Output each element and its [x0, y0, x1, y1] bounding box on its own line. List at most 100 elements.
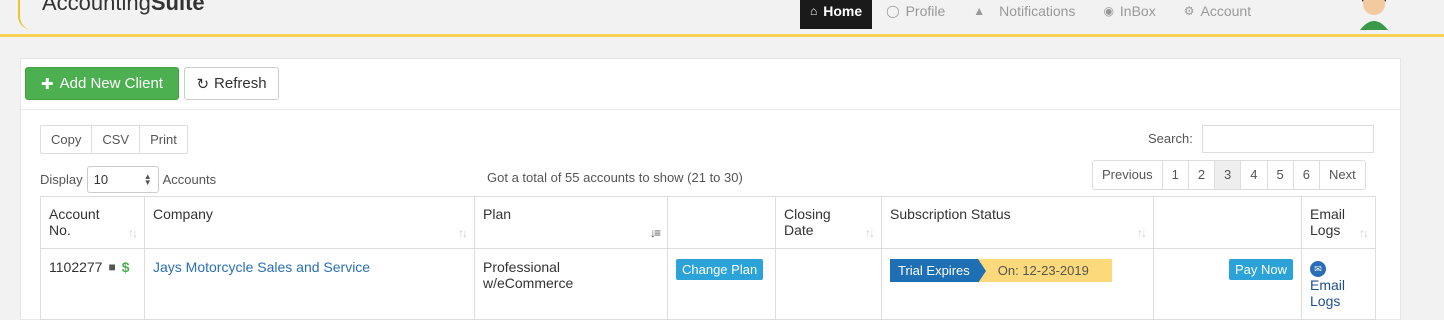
- cell-pay-now: Pay Now: [1153, 248, 1302, 320]
- cell-subscription-status: Trial Expires On: 12-23-2019: [881, 248, 1154, 320]
- col-payment: [1153, 196, 1302, 249]
- pager-page-3[interactable]: 3: [1215, 161, 1242, 189]
- col-email-logs[interactable]: Email Logs ↑↓: [1301, 196, 1376, 249]
- gear-icon: ⚙: [1183, 3, 1195, 18]
- copy-button[interactable]: Copy: [41, 126, 93, 153]
- display-suffix: Accounts: [162, 172, 217, 187]
- bell-icon: ▲: [973, 3, 986, 18]
- select-arrows-icon: ▲ ▼: [143, 171, 152, 187]
- accounts-table: Account No. ↑↓ Company ↑↓ Plan ↓≡ Closin…: [40, 196, 1376, 320]
- col-closing-label-2: Date: [784, 222, 814, 238]
- add-user-icon: ✚: [41, 75, 54, 93]
- clients-panel: ✚ Add New Client ↻ Refresh Copy CSV Prin…: [20, 58, 1401, 320]
- col-closing-date[interactable]: Closing Date ↑↓: [775, 196, 882, 249]
- page-size-value: 10: [93, 172, 109, 187]
- col-email-label-1: Email: [1310, 206, 1346, 222]
- cell-plan: Professional w/eCommerce: [474, 248, 668, 320]
- nav-notifications-label: Notifications: [999, 2, 1076, 19]
- cell-closing-date: [775, 248, 882, 320]
- logo-text-plain: Accounting: [42, 0, 151, 15]
- refresh-icon: ↻: [196, 75, 210, 93]
- add-new-client-button[interactable]: ✚ Add New Client: [25, 67, 179, 100]
- pager-page-5[interactable]: 5: [1268, 161, 1294, 189]
- col-account-label-2: No.: [49, 222, 71, 238]
- nav-notifications[interactable]: Notifications: [999, 0, 1089, 29]
- search-label: Search:: [1148, 131, 1193, 146]
- panel-toolbar: ✚ Add New Client ↻ Refresh: [21, 59, 1400, 110]
- trial-expires-badge: Trial Expires: [890, 259, 986, 283]
- plan-line-1: Professional: [483, 259, 561, 275]
- cell-company: Jays Motorcycle Sales and Service: [144, 248, 475, 320]
- account-number: 1102277: [49, 259, 103, 275]
- csv-button[interactable]: CSV: [92, 126, 141, 153]
- add-new-client-label: Add New Client: [59, 75, 163, 92]
- col-subscription-status[interactable]: Subscription Status ↑↓: [881, 196, 1154, 249]
- col-email-label-2: Logs: [1310, 222, 1341, 238]
- home-icon: ⌂: [810, 3, 818, 18]
- sort-icon: ↑↓: [1359, 226, 1369, 240]
- cell-account-no: 1102277 ■ $: [40, 248, 145, 320]
- plan-line-2: w/eCommerce: [483, 275, 574, 291]
- pagination: Previous 1 2 3 4 5 6 Next: [1092, 160, 1366, 190]
- print-button[interactable]: Print: [140, 126, 187, 153]
- change-plan-button[interactable]: Change Plan: [676, 259, 764, 280]
- sort-icon: ↑↓: [865, 226, 875, 240]
- col-account-no[interactable]: Account No. ↑↓: [40, 196, 145, 249]
- display-length: Display 10 ▲ ▼ Accounts: [40, 166, 216, 193]
- results-summary: Got a total of 55 accounts to show (21 t…: [487, 170, 743, 185]
- pager-page-6[interactable]: 6: [1294, 161, 1320, 189]
- logo-swoosh: [18, 0, 40, 30]
- logo[interactable]: AccountingSuite: [42, 0, 205, 16]
- lock-icon: ■: [108, 260, 116, 274]
- refresh-label: Refresh: [214, 75, 267, 92]
- nav-home-label: Home: [823, 2, 863, 19]
- page-size-select[interactable]: 10 ▲ ▼: [86, 166, 159, 193]
- col-account-label-1: Account: [49, 206, 100, 222]
- table-header-row: Account No. ↑↓ Company ↑↓ Plan ↓≡ Closin…: [40, 196, 1376, 249]
- pay-now-button[interactable]: Pay Now: [1228, 259, 1293, 280]
- main-nav: ⌂ Home ◯ Profile ▲ Notifications ◉ InBox…: [800, 0, 1265, 29]
- nav-inbox[interactable]: ◉ InBox: [1089, 0, 1169, 29]
- cell-change-plan: Change Plan: [667, 248, 776, 320]
- nav-home[interactable]: ⌂ Home: [800, 0, 873, 29]
- nav-inbox-label: InBox: [1119, 2, 1156, 19]
- sort-icon: ↑↓: [1137, 226, 1147, 240]
- email-logs-icon[interactable]: ✉: [1310, 261, 1326, 277]
- col-actions: [667, 196, 776, 249]
- col-status-label: Subscription Status: [890, 206, 1011, 222]
- nav-profile-label: Profile: [905, 2, 946, 19]
- dollar-icon: $: [121, 259, 130, 275]
- nav-account-label: Account: [1200, 2, 1252, 19]
- nav-profile[interactable]: ◯ Profile: [872, 0, 959, 29]
- top-navbar: AccountingSuite ⌂ Home ◯ Profile ▲ Notif…: [0, 0, 1444, 37]
- col-plan-label: Plan: [483, 206, 512, 222]
- expiry-date-badge: On: 12-23-2019: [977, 259, 1112, 282]
- search-input[interactable]: [1202, 125, 1374, 153]
- pager-page-4[interactable]: 4: [1241, 161, 1268, 189]
- col-company-label: Company: [153, 206, 213, 222]
- pager-previous[interactable]: Previous: [1093, 161, 1163, 189]
- sort-icon: ↑↓: [458, 226, 468, 240]
- nav-bell[interactable]: ▲: [959, 0, 999, 29]
- inbox-icon: ◉: [1103, 3, 1114, 18]
- export-buttons: Copy CSV Print: [40, 125, 188, 154]
- sort-desc-icon: ↓≡: [649, 226, 661, 240]
- table-row: 1102277 ■ $ Jays Motorcycle Sales and Se…: [40, 248, 1376, 320]
- logo-text-bold: Suite: [150, 0, 205, 15]
- pager-next[interactable]: Next: [1320, 161, 1365, 189]
- user-icon: ◯: [886, 3, 900, 18]
- cell-email-logs: ✉ Email Logs: [1301, 248, 1376, 320]
- sort-icon: ↑↓: [128, 226, 138, 240]
- col-closing-label-1: Closing: [784, 206, 831, 222]
- display-label: Display: [40, 172, 83, 187]
- pager-page-1[interactable]: 1: [1163, 161, 1189, 189]
- avatar[interactable]: [1354, 0, 1394, 30]
- email-logs-link-1[interactable]: Email: [1310, 277, 1345, 293]
- col-plan[interactable]: Plan ↓≡: [474, 196, 668, 249]
- col-company[interactable]: Company ↑↓: [144, 196, 475, 249]
- nav-account[interactable]: ⚙ Account: [1170, 0, 1265, 29]
- company-link[interactable]: Jays Motorcycle Sales and Service: [153, 259, 370, 275]
- pager-page-2[interactable]: 2: [1189, 161, 1216, 189]
- email-logs-link-2[interactable]: Logs: [1310, 293, 1340, 309]
- refresh-button[interactable]: ↻ Refresh: [184, 67, 279, 100]
